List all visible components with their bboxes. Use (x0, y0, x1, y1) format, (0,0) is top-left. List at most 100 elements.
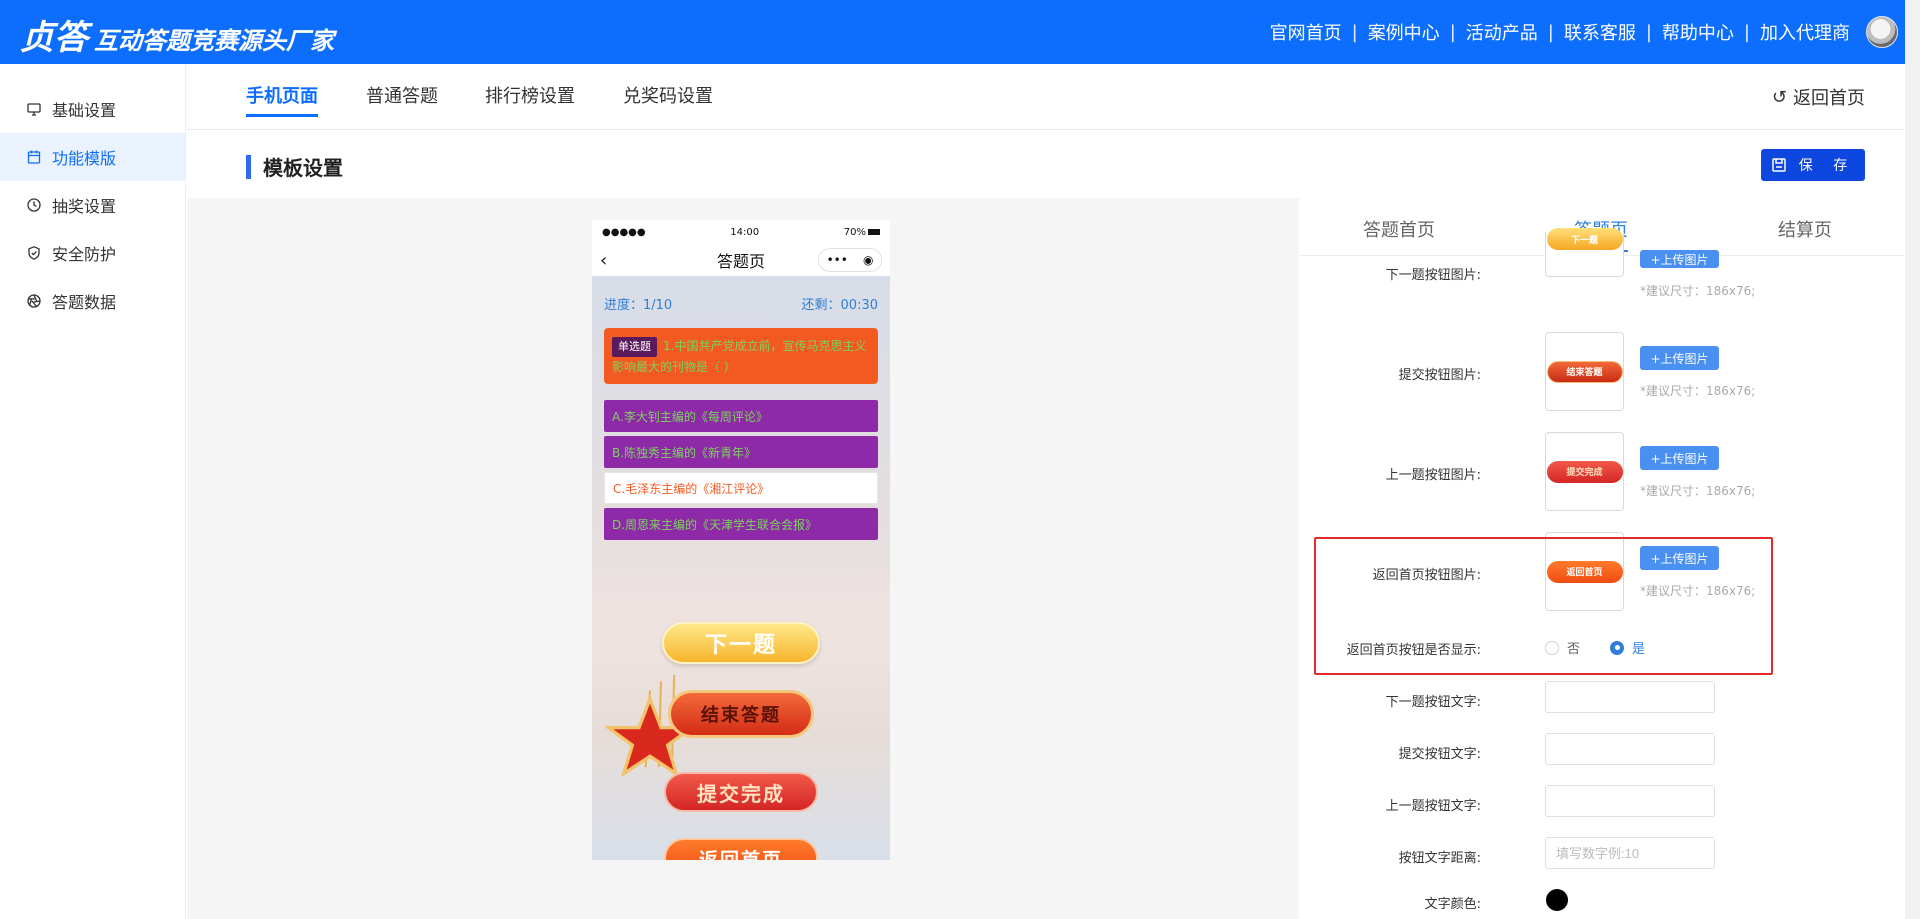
progress-text: 进度：1/10 (604, 298, 673, 313)
prev-image-size-hint: *建议尺寸：186x76; (1640, 484, 1756, 498)
upload-prev-image-button[interactable]: +上传图片 (1640, 446, 1719, 470)
end-quiz-button[interactable]: 结束答题 (668, 690, 814, 738)
question-box: 单选题 1.中国共产党成立前，宣传马克思主义影响最大的刊物是（ ） (604, 328, 878, 384)
submit-image-thumb[interactable]: 结束答题 (1545, 332, 1624, 411)
save-button[interactable]: 保 存 (1761, 149, 1865, 181)
chevron-left-icon[interactable]: ‹ (600, 250, 607, 271)
logo-main-text: 贞答 (20, 18, 88, 58)
more-icon[interactable]: ••• (827, 253, 848, 267)
text-distance-input[interactable] (1545, 837, 1715, 869)
prev-text-label: 上一题按钮文字: (1385, 799, 1481, 814)
top-nav: 官网首页 | 案例中心 | 活动产品 | 联系客服 | 帮助中心 | 加入代理商 (1270, 0, 1850, 64)
sidebar-item-label: 答题数据 (52, 293, 117, 312)
tab-normal-quiz[interactable]: 普通答题 (366, 82, 438, 114)
option-c[interactable]: C.毛泽东主编的《湘江评论》 (604, 472, 878, 504)
tab-settlement[interactable]: 结算页 (1778, 216, 1832, 242)
nav-separator: | (1351, 21, 1358, 43)
home-image-label: 返回首页按钮图片: (1372, 568, 1481, 583)
page-tabs: 手机页面 普通答题 排行榜设置 兑奖码设置 ↺ 返回首页 (187, 64, 1905, 130)
nav-separator: | (1449, 21, 1456, 43)
upload-submit-image-button[interactable]: +上传图片 (1640, 346, 1719, 370)
next-text-input[interactable] (1545, 681, 1715, 713)
sidebar-item-basic[interactable]: 基础设置 (0, 85, 185, 133)
nav-agent[interactable]: 加入代理商 (1760, 19, 1850, 45)
submit-image-size-hint: *建议尺寸：186x76; (1640, 384, 1756, 398)
option-a[interactable]: A.李大钊主编的《每周评论》 (604, 400, 878, 432)
next-question-button[interactable]: 下一题 (662, 622, 820, 664)
battery-indicator: 70% (844, 227, 880, 238)
page-scrollbar[interactable] (1905, 0, 1920, 919)
text-color-label: 文字颜色: (1424, 897, 1481, 912)
quiz-page-body: 进度：1/10 还剩：00:30 单选题 1.中国共产党成立前，宣传马克思主义影响… (592, 276, 890, 860)
signal-indicator: ●●●●● (602, 226, 646, 238)
show-home-label: 返回首页按钮是否显示: (1346, 643, 1481, 658)
option-d[interactable]: D.周恩来主编的《天津学生联合会报》 (604, 508, 878, 540)
logo-slogan: 互动答题竞赛源头厂家 (94, 27, 334, 55)
shield-icon (26, 245, 42, 261)
monitor-icon (26, 101, 42, 117)
clock-icon (26, 197, 42, 213)
nav-separator: | (1547, 21, 1554, 43)
back-home-label: 返回首页 (1793, 88, 1865, 109)
tab-leaderboard[interactable]: 排行榜设置 (485, 82, 575, 114)
show-home-radio-group: 否 是 (1545, 638, 1675, 657)
back-home-link[interactable]: ↺ 返回首页 (1772, 84, 1865, 110)
sidebar-item-templates[interactable]: 功能模版 (0, 133, 185, 181)
tab-mobile-page[interactable]: 手机页面 (246, 82, 318, 117)
nav-support[interactable]: 联系客服 (1564, 19, 1636, 45)
section-title: 模板设置 (246, 152, 343, 181)
nav-separator: | (1645, 21, 1652, 43)
target-icon[interactable]: ◉ (863, 253, 873, 267)
save-button-label: 保 存 (1798, 158, 1856, 174)
nav-home[interactable]: 官网首页 (1270, 19, 1342, 45)
sidebar-item-security[interactable]: 安全防护 (0, 229, 185, 277)
radio-yes[interactable] (1610, 640, 1625, 655)
sidebar-item-label: 功能模版 (52, 149, 117, 168)
top-header: 贞答 互动答题竞赛源头厂家 官网首页 | 案例中心 | 活动产品 | 联系客服 … (0, 0, 1920, 64)
sidebar-item-label: 抽奖设置 (52, 197, 117, 216)
miniprogram-capsule[interactable]: ••• ◉ (818, 248, 882, 272)
next-text-label: 下一题按钮文字: (1385, 695, 1481, 710)
save-icon (1772, 158, 1786, 172)
radio-no[interactable] (1545, 640, 1559, 655)
submit-thumb-text: 结束答题 (1546, 360, 1623, 383)
next-thumb-text: 下一题 (1546, 228, 1623, 250)
prev-text-input[interactable] (1545, 785, 1715, 817)
nav-cases[interactable]: 案例中心 (1368, 19, 1440, 45)
prev-image-label: 上一题按钮图片: (1385, 468, 1481, 483)
home-thumb-text: 返回首页 (1546, 560, 1623, 583)
next-image-size-hint: *建议尺寸：186x76; (1640, 284, 1756, 298)
sidebar-item-lottery[interactable]: 抽奖设置 (0, 181, 185, 229)
submit-button[interactable]: 提交完成 (664, 772, 818, 812)
submit-text-input[interactable] (1545, 733, 1715, 765)
next-image-thumb[interactable]: 下一题 (1545, 228, 1624, 277)
calendar-icon (26, 149, 42, 165)
progress-row: 进度：1/10 还剩：00:30 (604, 294, 878, 313)
undo-icon: ↺ (1771, 86, 1787, 108)
option-b[interactable]: B.陈独秀主编的《新青年》 (604, 436, 878, 468)
nav-products[interactable]: 活动产品 (1466, 19, 1538, 45)
sidebar-item-label: 安全防护 (52, 245, 117, 264)
tab-quiz-home[interactable]: 答题首页 (1363, 216, 1435, 242)
radio-yes-label[interactable]: 是 (1632, 638, 1645, 657)
user-avatar[interactable] (1866, 16, 1898, 48)
upload-home-image-button[interactable]: +上传图片 (1640, 546, 1719, 570)
aperture-icon (26, 293, 42, 309)
nav-help[interactable]: 帮助中心 (1662, 19, 1734, 45)
phone-preview: ●●●●● 14:00 70% ‹ 答题页 ••• ◉ 进度：1/10 还剩：0… (592, 220, 890, 860)
radio-no-label[interactable]: 否 (1567, 638, 1580, 657)
sidebar-item-data[interactable]: 答题数据 (0, 277, 185, 325)
prev-thumb-text: 提交完成 (1546, 460, 1623, 483)
tab-redeem-code[interactable]: 兑奖码设置 (623, 82, 713, 114)
sidebar-item-label: 基础设置 (52, 101, 117, 120)
home-image-thumb[interactable]: 返回首页 (1545, 532, 1624, 611)
text-color-swatch[interactable] (1546, 889, 1568, 911)
logo[interactable]: 贞答 互动答题竞赛源头厂家 (20, 10, 334, 58)
status-time: 14:00 (730, 226, 760, 238)
settings-panel: 答题首页 答题页 结算页 下一题按钮图片: 下一题 +上传图片 *建议尺寸：18… (1300, 198, 1905, 919)
return-home-button[interactable]: 返回首页 (664, 838, 818, 860)
upload-next-image-button[interactable]: +上传图片 (1640, 250, 1719, 268)
prev-image-thumb[interactable]: 提交完成 (1545, 432, 1624, 511)
phone-page-title: 答题页 (716, 252, 765, 271)
timer-text: 还剩：00:30 (801, 298, 878, 313)
